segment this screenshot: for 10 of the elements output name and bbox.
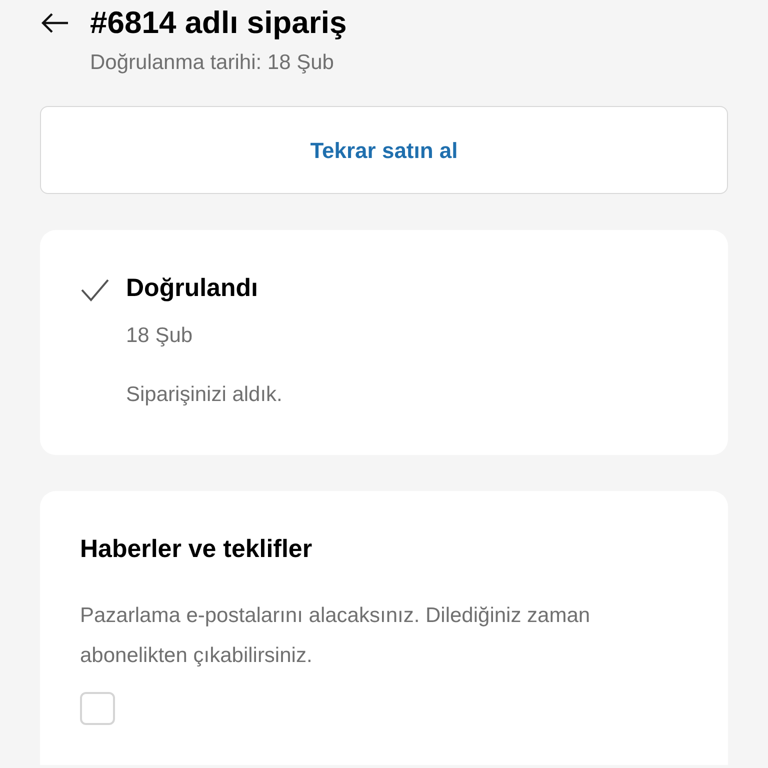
news-title: Haberler ve teklifler xyxy=(80,534,314,565)
buy-again-button[interactable]: Tekrar satın al xyxy=(40,106,728,194)
order-title: #6814 adlı sipariş xyxy=(90,4,347,42)
status-title: Doğrulandı xyxy=(126,273,259,304)
news-description: Pazarlama e-postalarını alacaksınız. Dilediğiniz zaman abonelikten çıkabilirsiniz. xyxy=(80,603,592,670)
status-date: 18 Şub xyxy=(126,322,194,349)
newsletter-checkbox[interactable] xyxy=(80,692,115,726)
back-arrow-icon[interactable] xyxy=(40,12,70,34)
verified-date-text: Doğrulanma tarihi: 18 Şub xyxy=(90,50,335,76)
status-message: Siparişinizi aldık. xyxy=(126,382,282,408)
